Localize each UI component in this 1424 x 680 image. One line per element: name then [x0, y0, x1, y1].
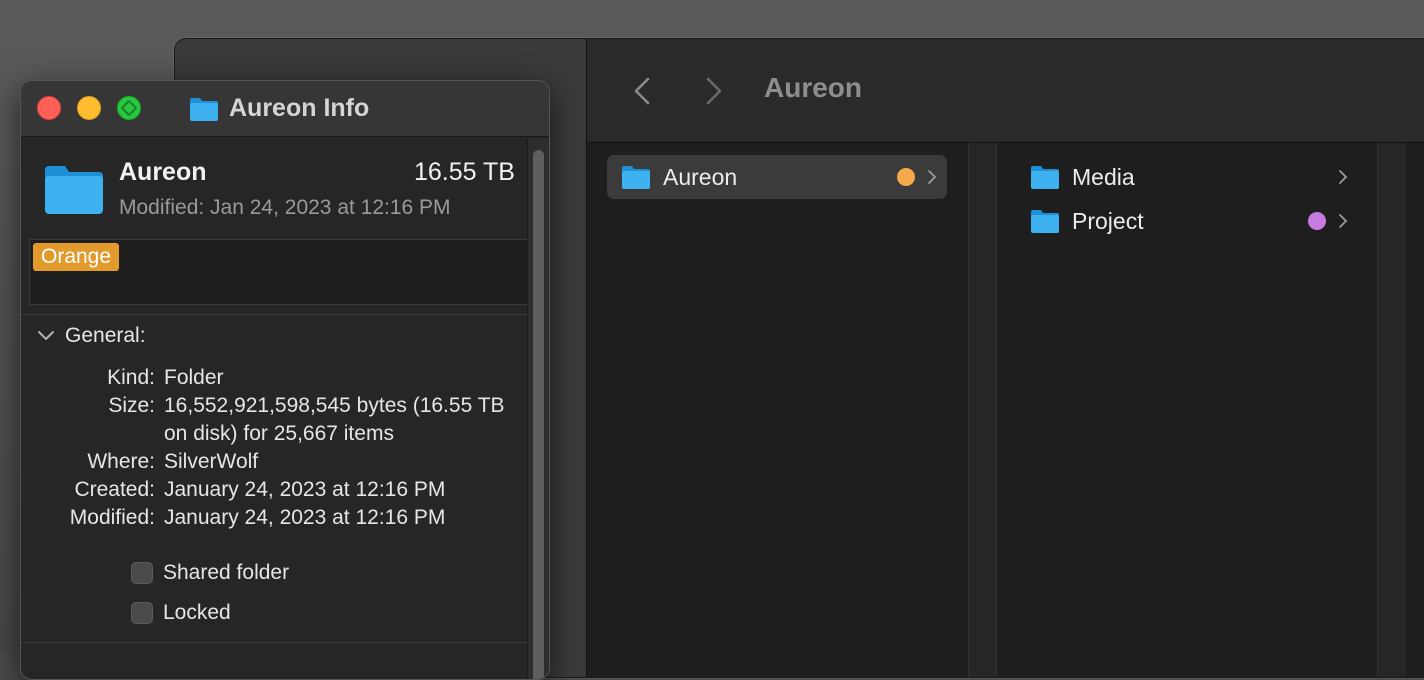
field-label: Size:: [108, 394, 155, 417]
field-label: Kind:: [107, 366, 155, 389]
chevron-right-icon: [928, 170, 937, 184]
forward-button[interactable]: [699, 73, 729, 109]
checkbox-label: Shared folder: [163, 561, 290, 584]
finder-main: Aureon Aureon Media Project: [586, 39, 1424, 677]
checkbox-box[interactable]: [131, 602, 153, 624]
field-value: January 24, 2023 at 12:16 PM: [164, 506, 446, 529]
field-label: Where:: [87, 450, 155, 473]
back-button[interactable]: [627, 73, 657, 109]
zoom-icon: [120, 99, 138, 117]
column-item-label: Project: [1072, 207, 1144, 234]
field-label: Modified:: [69, 506, 155, 529]
finder-title: Aureon: [764, 72, 862, 103]
chevron-left-icon: [634, 77, 650, 105]
field-label: Created:: [74, 478, 155, 501]
column-divider[interactable]: [969, 143, 997, 677]
field-value: 16,552,921,598,545 bytes (16.55 TB on di…: [164, 394, 505, 445]
folder-icon: [1031, 166, 1059, 189]
column-item-aureon[interactable]: Aureon: [607, 155, 947, 199]
field-size: Size: 16,552,921,598,545 bytes (16.55 TB…: [21, 392, 531, 448]
item-modified: Modified: Jan 24, 2023 at 12:16 PM: [119, 196, 451, 219]
folder-icon: [622, 166, 650, 189]
zoom-button[interactable]: [117, 96, 141, 120]
minimize-button[interactable]: [77, 96, 101, 120]
orange-tag-dot: [897, 168, 915, 186]
column-item-project[interactable]: Project: [1028, 199, 1348, 243]
field-created: Created: January 24, 2023 at 12:16 PM: [21, 476, 531, 504]
checkbox-box[interactable]: [131, 562, 153, 584]
item-size: 16.55 TB: [413, 158, 515, 186]
chevron-right-icon: [1339, 214, 1348, 228]
field-value: SilverWolf: [164, 450, 259, 473]
field-value: January 24, 2023 at 12:16 PM: [164, 478, 446, 501]
tag-chip-orange[interactable]: Orange: [33, 243, 120, 271]
info-titlebar[interactable]: Aureon Info: [21, 81, 549, 137]
chevron-down-icon: [38, 331, 54, 340]
column-view: Aureon Media Project: [587, 143, 1424, 677]
column-1: Aureon: [587, 143, 969, 677]
field-where: Where: SilverWolf: [21, 448, 531, 476]
get-info-window: Aureon Info Aureon 16.55 TB Modified: Ja…: [20, 80, 550, 680]
checkbox-label: Locked: [163, 601, 231, 624]
tags-field[interactable]: Orange: [29, 239, 541, 305]
general-section-toggle[interactable]: General:: [37, 324, 146, 348]
column-item-label: Media: [1072, 163, 1135, 190]
scrollbar-thumb[interactable]: [533, 150, 544, 679]
chevron-right-icon: [706, 77, 722, 105]
folder-icon: [45, 166, 103, 214]
column-divider[interactable]: [1378, 143, 1406, 677]
item-name: Aureon: [119, 158, 207, 186]
scrollbar[interactable]: [527, 138, 549, 679]
field-value: Folder: [164, 366, 224, 389]
purple-tag-dot: [1308, 212, 1326, 230]
chevron-right-icon: [1339, 170, 1348, 184]
column-item-media[interactable]: Media: [1028, 155, 1348, 199]
divider: [21, 314, 527, 315]
folder-icon: [190, 97, 218, 121]
info-window-title: Aureon Info: [189, 94, 369, 123]
info-body: Aureon 16.55 TB Modified: Jan 24, 2023 a…: [21, 138, 549, 679]
field-modified: Modified: January 24, 2023 at 12:16 PM: [21, 504, 531, 532]
close-button[interactable]: [37, 96, 61, 120]
window-title-text: Aureon Info: [229, 94, 370, 122]
divider: [21, 642, 527, 643]
section-title: General:: [65, 324, 146, 347]
column-2: Media Project: [998, 143, 1378, 677]
folder-icon: [1031, 210, 1059, 233]
field-kind: Kind: Folder: [21, 364, 531, 392]
column-item-label: Aureon: [663, 163, 738, 190]
finder-toolbar: Aureon: [587, 39, 1424, 143]
locked-checkbox[interactable]: Locked: [131, 601, 231, 625]
shared-folder-checkbox[interactable]: Shared folder: [131, 561, 289, 585]
